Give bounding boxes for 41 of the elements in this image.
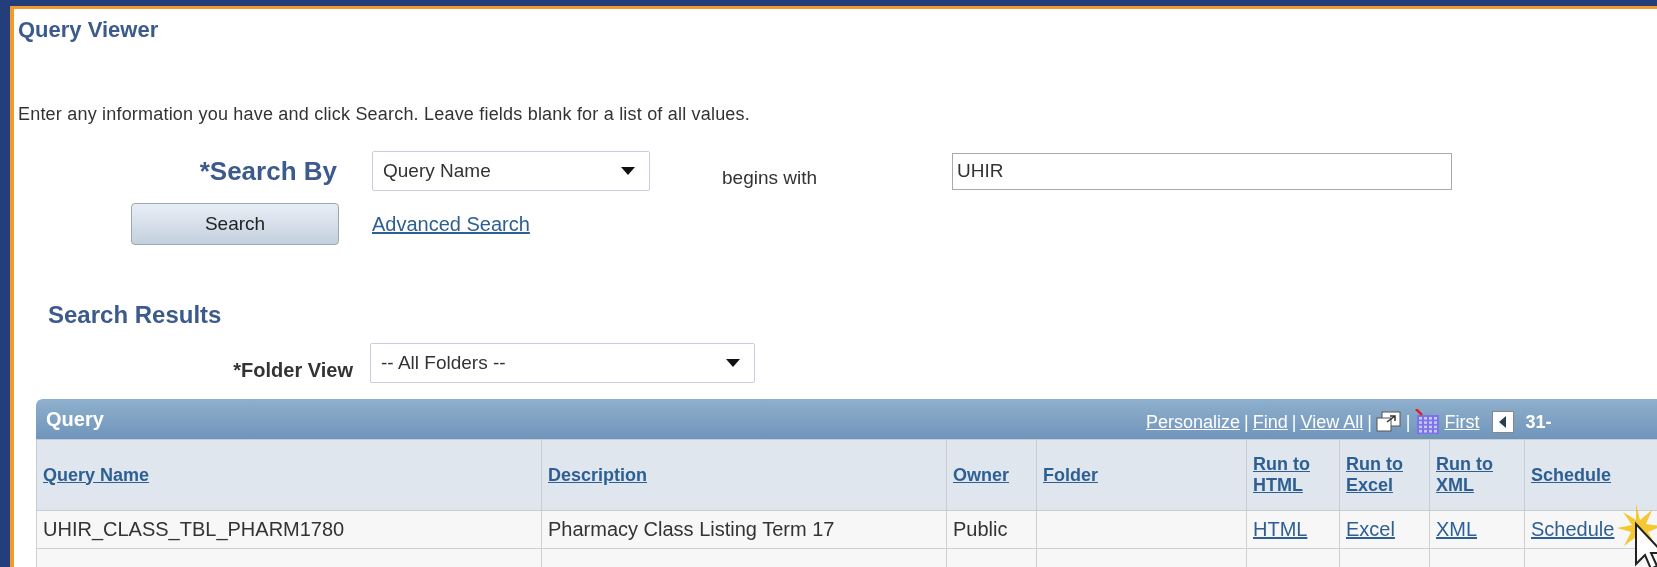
- toolbar-link[interactable]: Personalize: [1146, 411, 1241, 433]
- operator-label: begins with: [722, 166, 819, 189]
- dropdown-arrow-icon: [621, 167, 635, 175]
- column-sort-link[interactable]: Folder: [1043, 464, 1098, 486]
- folder-dropdown[interactable]: -- All Folders --: [370, 343, 755, 383]
- column-sort-link[interactable]: Query Name: [43, 464, 150, 486]
- page-title: Query Viewer: [17, 16, 160, 43]
- new-window-icon[interactable]: [1375, 411, 1402, 433]
- separator: |: [1244, 411, 1249, 433]
- cell-link[interactable]: Excel: [1346, 518, 1395, 540]
- column-sort-link[interactable]: Owner: [953, 464, 1009, 486]
- previous-icon[interactable]: [1491, 411, 1514, 433]
- table-cell: Public: [946, 510, 1037, 549]
- toolbar-link[interactable]: First: [1444, 411, 1480, 433]
- cell-link[interactable]: XML: [1436, 518, 1478, 540]
- spreadsheet-icon[interactable]: [1414, 409, 1441, 435]
- dropdown-arrow-icon: [726, 359, 740, 367]
- column-sort-link[interactable]: Run to XML: [1436, 454, 1518, 496]
- separator: |: [1405, 411, 1411, 433]
- column-sort-link[interactable]: Run to HTML: [1253, 454, 1333, 496]
- column-sort-link[interactable]: Schedule: [1531, 464, 1612, 486]
- search-by-label: *Search By: [198, 155, 337, 187]
- toolbar-link[interactable]: View All: [1300, 411, 1364, 433]
- separator: |: [1291, 411, 1297, 433]
- folder-view-label: *Folder View: [232, 357, 353, 382]
- cell-link[interactable]: Schedule: [1531, 518, 1615, 540]
- separator: |: [1367, 411, 1372, 433]
- search-button[interactable]: Search: [131, 203, 339, 245]
- grid-title: Query: [46, 407, 104, 431]
- instructions-text: Enter any information you have and click Search. Leave fields blank for a list of all values.: [18, 104, 751, 125]
- column-sort-link[interactable]: Run to Excel: [1346, 454, 1423, 496]
- cell-link[interactable]: HTML: [1253, 518, 1308, 540]
- column-sort-link[interactable]: Description: [548, 464, 648, 486]
- advanced-search-link[interactable]: Advanced Search: [372, 212, 650, 236]
- toolbar-link[interactable]: Find: [1252, 411, 1288, 433]
- table-cell: UHIR_CLASS_TBL_PHARM1780: [36, 510, 542, 549]
- search-value-field[interactable]: UHIR: [952, 152, 1452, 190]
- search-field-dropdown[interactable]: Query Name: [372, 151, 650, 191]
- row-range: 31-: [1525, 411, 1552, 433]
- section-title: Search Results: [48, 301, 223, 329]
- table-cell: Pharmacy Class Listing Term 17: [541, 510, 947, 549]
